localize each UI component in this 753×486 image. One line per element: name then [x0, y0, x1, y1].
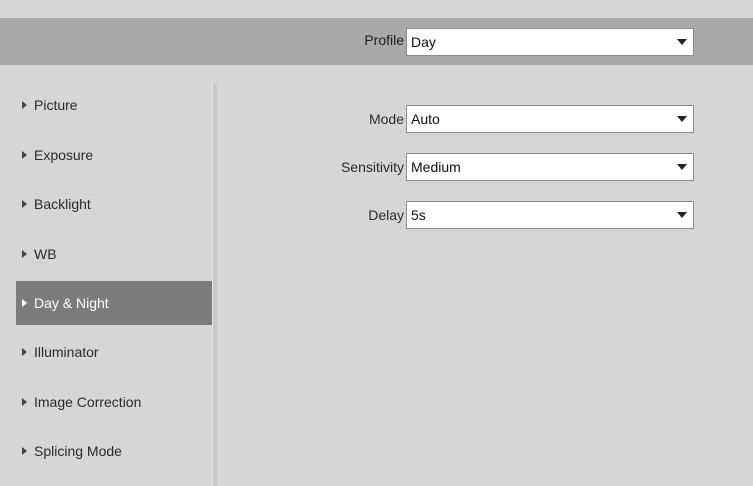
menu-item-label: Illuminator: [34, 344, 99, 360]
chevron-down-icon[interactable]: [671, 154, 693, 180]
menu-divider: [212, 83, 217, 486]
menu-item-exposure[interactable]: Exposure: [16, 133, 212, 177]
menu-item-splicing-mode[interactable]: Splicing Mode: [16, 429, 212, 473]
profile-select-value: Day: [411, 34, 436, 50]
triangle-right-icon: [22, 101, 27, 109]
menu-item-label: Picture: [34, 97, 78, 113]
menu-item-picture[interactable]: Picture: [16, 83, 212, 127]
triangle-right-icon: [22, 447, 27, 455]
menu-item-label: Splicing Mode: [34, 443, 122, 459]
menu-item-label: Exposure: [34, 147, 94, 163]
chevron-down-icon[interactable]: [671, 106, 693, 132]
menu-item-label: Day & Night: [34, 295, 109, 311]
menu-item-label: Image Correction: [34, 394, 142, 410]
delay-label: Delay: [368, 207, 404, 223]
menu-item-wb[interactable]: WB: [16, 232, 212, 276]
menu-item-backlight[interactable]: Backlight: [16, 182, 212, 226]
menu-item-label: Backlight: [34, 196, 91, 212]
sensitivity-select-value: Medium: [411, 159, 461, 175]
delay-select-value: 5s: [411, 207, 426, 223]
chevron-down-icon[interactable]: [671, 202, 693, 228]
sensitivity-label: Sensitivity: [340, 159, 404, 175]
menu-item-illuminator[interactable]: Illuminator: [16, 330, 212, 374]
menu-item-image-correction[interactable]: Image Correction: [16, 380, 212, 424]
triangle-right-icon: [22, 200, 27, 208]
triangle-right-icon: [22, 250, 27, 258]
mode-select-value: Auto: [411, 111, 440, 127]
mode-label: Mode: [368, 111, 404, 127]
delay-select[interactable]: 5s: [406, 201, 694, 229]
profile-select[interactable]: Day: [406, 28, 694, 56]
chevron-down-icon[interactable]: [671, 29, 693, 55]
profile-label: Profile: [364, 32, 404, 48]
triangle-right-icon: [22, 348, 27, 356]
menu-item-day-night[interactable]: Day & Night: [16, 281, 212, 325]
sensitivity-select[interactable]: Medium: [406, 153, 694, 181]
menu-item-label: WB: [34, 246, 57, 262]
triangle-right-icon: [22, 151, 27, 159]
profile-bar: Profile Day: [0, 18, 753, 65]
mode-select[interactable]: Auto: [406, 105, 694, 133]
triangle-right-icon: [22, 398, 27, 406]
triangle-right-icon: [22, 299, 27, 307]
